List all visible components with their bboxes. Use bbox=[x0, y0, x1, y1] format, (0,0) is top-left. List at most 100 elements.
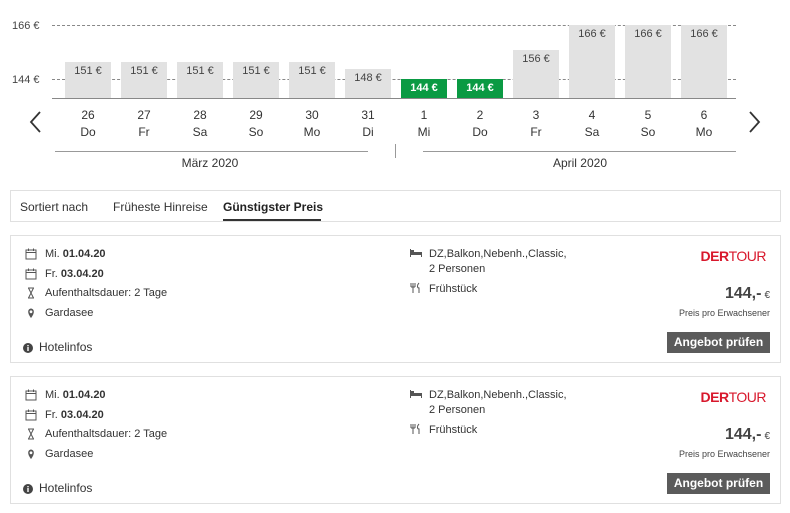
return-day: Fr. bbox=[45, 268, 58, 280]
bar-value-label: 151 € bbox=[74, 65, 102, 77]
depart-date: 01.04.20 bbox=[62, 248, 106, 260]
bar-value-label: 151 € bbox=[242, 65, 270, 77]
day-number-label[interactable]: 2 bbox=[457, 108, 503, 122]
location-row: Gardasee bbox=[25, 447, 93, 461]
weekday-label[interactable]: Fr bbox=[121, 125, 167, 139]
day-number-label[interactable]: 3 bbox=[513, 108, 559, 122]
persons: 2 Personen bbox=[429, 263, 486, 275]
day-number-label[interactable]: 6 bbox=[681, 108, 727, 122]
dertour-logo: DERTOUR bbox=[700, 248, 767, 264]
chevron-right-icon[interactable] bbox=[744, 108, 764, 136]
bar-value-label: 148 € bbox=[354, 72, 382, 84]
return-date: 03.04.20 bbox=[60, 409, 104, 421]
sort-label: Sortiert nach bbox=[20, 200, 89, 214]
hotelinfo-label: Hotelinfos bbox=[39, 340, 93, 354]
day-number-label[interactable]: 5 bbox=[625, 108, 671, 122]
bar-value-label: 144 € bbox=[466, 82, 494, 94]
hotelinfo-label: Hotelinfos bbox=[39, 481, 93, 495]
hotelinfo-link[interactable]: Hotelinfos bbox=[23, 481, 92, 495]
bar-value-label: 156 € bbox=[522, 53, 550, 65]
room-info: DZ,Balkon,Nebenh.,Classic, 2 Personen bbox=[409, 388, 567, 418]
depart-date-row: Mi. 01.04.20 bbox=[25, 247, 106, 261]
check-offer-button[interactable]: Angebot prüfen bbox=[667, 473, 770, 494]
check-offer-button[interactable]: Angebot prüfen bbox=[667, 332, 770, 353]
duration-row: Aufenthaltsdauer: 2 Tage bbox=[25, 286, 167, 300]
weekday-label[interactable]: Mi bbox=[401, 125, 447, 139]
day-number-label[interactable]: 31 bbox=[345, 108, 391, 122]
depart-day: Mi. bbox=[45, 389, 60, 401]
weekday-label[interactable]: Fr bbox=[513, 125, 559, 139]
month-label-march: März 2020 bbox=[181, 156, 239, 170]
weekday-label[interactable]: Do bbox=[65, 125, 111, 139]
hourglass-icon bbox=[25, 287, 37, 299]
bed-icon bbox=[409, 247, 423, 259]
hourglass-icon bbox=[25, 428, 37, 440]
duration-row: Aufenthaltsdauer: 2 Tage bbox=[25, 427, 167, 441]
depart-date-row: Mi. 01.04.20 bbox=[25, 388, 106, 402]
weekday-label[interactable]: Sa bbox=[569, 125, 615, 139]
month-line-march bbox=[55, 151, 368, 152]
bar-value-label: 166 € bbox=[634, 28, 662, 40]
board-info: Frühstück bbox=[409, 423, 477, 438]
calendar-icon bbox=[25, 268, 37, 280]
return-date-row: Fr. 03.04.20 bbox=[25, 408, 104, 422]
location-pin-icon bbox=[25, 448, 37, 460]
price-currency: € bbox=[764, 431, 770, 442]
sort-option-earliest[interactable]: Früheste Hinreise bbox=[113, 200, 208, 214]
weekday-label[interactable]: So bbox=[625, 125, 671, 139]
bar-value-label: 151 € bbox=[186, 65, 214, 77]
bar-value-label: 166 € bbox=[690, 28, 718, 40]
price: 144,- € bbox=[725, 285, 770, 303]
persons: 2 Personen bbox=[429, 404, 486, 416]
room-type: DZ,Balkon,Nebenh.,Classic, bbox=[429, 389, 567, 401]
day-number-label[interactable]: 30 bbox=[289, 108, 335, 122]
bar-value-label: 144 € bbox=[410, 82, 438, 94]
board: Frühstück bbox=[429, 283, 478, 295]
cutlery-icon bbox=[409, 282, 423, 294]
location-pin-icon bbox=[25, 307, 37, 319]
chart-baseline bbox=[52, 98, 736, 99]
offer-card: Mi. 01.04.20 Fr. 03.04.20 Aufenthaltsdau… bbox=[10, 376, 781, 504]
month-label-april: April 2020 bbox=[552, 156, 608, 170]
chevron-left-icon[interactable] bbox=[26, 108, 46, 136]
board: Frühstück bbox=[429, 424, 478, 436]
calendar-icon bbox=[25, 409, 37, 421]
weekday-label[interactable]: Di bbox=[345, 125, 391, 139]
info-icon bbox=[23, 483, 33, 494]
bar-value-label: 151 € bbox=[130, 65, 158, 77]
location: Gardasee bbox=[45, 307, 94, 319]
day-number-label[interactable]: 4 bbox=[569, 108, 615, 122]
cutlery-icon bbox=[409, 423, 423, 435]
bar-value-label: 151 € bbox=[298, 65, 326, 77]
location-row: Gardasee bbox=[25, 306, 93, 320]
hotelinfo-link[interactable]: Hotelinfos bbox=[23, 340, 92, 354]
price-note: Preis pro Erwachsener bbox=[678, 308, 770, 318]
weekday-label[interactable]: Mo bbox=[289, 125, 335, 139]
price-value: 144,- bbox=[724, 426, 762, 443]
weekday-label[interactable]: Sa bbox=[177, 125, 223, 139]
calendar-icon bbox=[25, 248, 37, 260]
price-calendar-chart: 166 € 144 € März 2020 April 2020 151 €26… bbox=[0, 0, 790, 180]
depart-day: Mi. bbox=[45, 248, 60, 260]
duration: Aufenthaltsdauer: 2 Tage bbox=[45, 428, 168, 440]
weekday-label[interactable]: So bbox=[233, 125, 279, 139]
sort-option-cheapest[interactable]: Günstigster Preis bbox=[223, 200, 323, 214]
weekday-label[interactable]: Do bbox=[457, 125, 503, 139]
dertour-logo: DERTOUR bbox=[700, 389, 767, 405]
room-type: DZ,Balkon,Nebenh.,Classic, bbox=[429, 248, 567, 260]
board-info: Frühstück bbox=[409, 282, 477, 297]
day-number-label[interactable]: 26 bbox=[65, 108, 111, 122]
y-tick-label-144: 144 € bbox=[12, 74, 40, 86]
day-number-label[interactable]: 29 bbox=[233, 108, 279, 122]
day-number-label[interactable]: 28 bbox=[177, 108, 223, 122]
bed-icon bbox=[409, 388, 423, 400]
return-date-row: Fr. 03.04.20 bbox=[25, 267, 104, 281]
day-number-label[interactable]: 1 bbox=[401, 108, 447, 122]
return-date: 03.04.20 bbox=[60, 268, 104, 280]
weekday-label[interactable]: Mo bbox=[681, 125, 727, 139]
price: 144,- € bbox=[725, 426, 770, 444]
day-number-label[interactable]: 27 bbox=[121, 108, 167, 122]
location: Gardasee bbox=[45, 448, 94, 460]
sort-active-underline bbox=[223, 219, 321, 221]
calendar-icon bbox=[25, 389, 37, 401]
